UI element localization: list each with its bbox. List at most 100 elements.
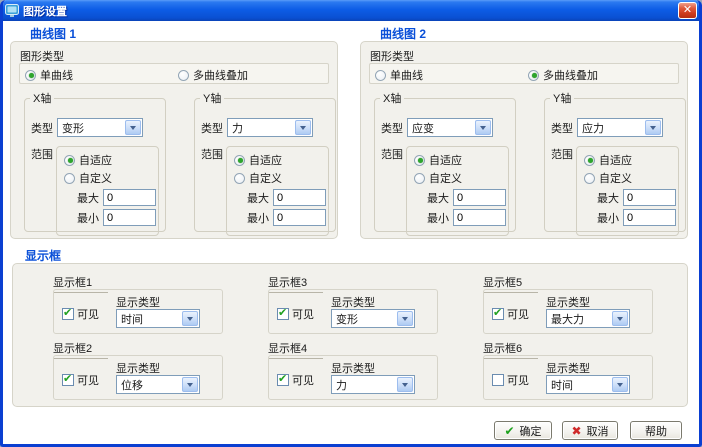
chart2-x-auto-radio[interactable]: 自适应 bbox=[414, 152, 508, 168]
titlebar: 图形设置 ✕ bbox=[0, 0, 702, 21]
display-box-3-visible-checkbox[interactable]: 可见 bbox=[277, 306, 314, 322]
check-icon: ✔ bbox=[504, 424, 514, 438]
radio-icon bbox=[64, 155, 75, 166]
display-box-5-visible-checkbox[interactable]: 可见 bbox=[492, 306, 529, 322]
chart2-x-min-input[interactable] bbox=[453, 209, 506, 226]
display-box-1-visible-checkbox[interactable]: 可见 bbox=[62, 306, 99, 322]
type-label: 类型 bbox=[201, 120, 223, 136]
range-label: 范围 bbox=[381, 146, 403, 236]
display-box-6-visible-checkbox[interactable]: 可见 bbox=[492, 372, 529, 388]
chart1-x-type-select[interactable]: 变形 bbox=[57, 118, 143, 137]
chart2-multi-curve-radio[interactable]: 多曲线叠加 bbox=[528, 67, 598, 83]
chart1-multi-curve-radio[interactable]: 多曲线叠加 bbox=[178, 67, 248, 83]
chevron-down-icon bbox=[397, 311, 413, 326]
checkbox-label: 可见 bbox=[507, 372, 529, 388]
display-box-2-visible-checkbox[interactable]: 可见 bbox=[62, 372, 99, 388]
checkbox-label: 可见 bbox=[292, 306, 314, 322]
chart1-graph-type-group: 单曲线 多曲线叠加 bbox=[19, 63, 329, 84]
min-label: 最小 bbox=[427, 210, 449, 226]
checkbox-label: 可见 bbox=[292, 372, 314, 388]
chart1-x-custom-radio[interactable]: 自定义 bbox=[64, 170, 158, 186]
chart1-x-min-input[interactable] bbox=[103, 209, 156, 226]
chart1-panel: 图形类型 单曲线 多曲线叠加 X轴 类型 变形 bbox=[10, 41, 338, 239]
type-label: 类型 bbox=[551, 120, 573, 136]
radio-label: 自定义 bbox=[429, 170, 462, 186]
range-box: 自适应 自定义 最大 最小 bbox=[406, 146, 509, 236]
chart2-panel: 图形类型 单曲线 多曲线叠加 X轴 类型 应变 bbox=[360, 41, 688, 239]
chart1-y-axis-group: Y轴 类型 力 范围 自适应 bbox=[194, 90, 336, 232]
radio-label: 自适应 bbox=[599, 152, 632, 168]
radio-label: 多曲线叠加 bbox=[193, 67, 248, 83]
range-box: 自适应 自定义 最大 最小 bbox=[56, 146, 159, 236]
dialog-body: 曲线图 1 图形类型 单曲线 多曲线叠加 X轴 类型 bbox=[3, 21, 699, 444]
chart2-y-auto-radio[interactable]: 自适应 bbox=[584, 152, 678, 168]
chart2-x-max-input[interactable] bbox=[453, 189, 506, 206]
range-label: 范围 bbox=[31, 146, 53, 236]
radio-icon bbox=[178, 70, 189, 81]
chart1-x-axis-group: X轴 类型 变形 范围 自适应 bbox=[24, 90, 166, 232]
display-box-6-type-select[interactable]: 时间 bbox=[546, 375, 630, 394]
radio-label: 自定义 bbox=[249, 170, 282, 186]
chart2-y-max-input[interactable] bbox=[623, 189, 676, 206]
radio-icon bbox=[414, 155, 425, 166]
chart2-single-curve-radio[interactable]: 单曲线 bbox=[375, 67, 423, 83]
chart2-y-min-input[interactable] bbox=[623, 209, 676, 226]
radio-label: 自适应 bbox=[79, 152, 112, 168]
checkbox-icon bbox=[277, 374, 289, 386]
chart2-x-type-select[interactable]: 应变 bbox=[407, 118, 493, 137]
radio-icon bbox=[414, 173, 425, 184]
chevron-down-icon bbox=[612, 377, 628, 392]
display-box-6: 可见 显示类型 时间 bbox=[483, 355, 653, 400]
chart1-y-min-input[interactable] bbox=[273, 209, 326, 226]
cancel-button[interactable]: ✖ 取消 bbox=[562, 421, 618, 440]
display-box-1: 可见 显示类型 时间 bbox=[53, 289, 223, 334]
chart2-y-custom-radio[interactable]: 自定义 bbox=[584, 170, 678, 186]
chevron-down-icon bbox=[125, 120, 141, 135]
help-button[interactable]: 帮助 bbox=[630, 421, 682, 440]
axis-legend: Y轴 bbox=[200, 90, 224, 106]
chart1-single-curve-radio[interactable]: 单曲线 bbox=[25, 67, 73, 83]
radio-label: 自适应 bbox=[249, 152, 282, 168]
chart1-x-max-input[interactable] bbox=[103, 189, 156, 206]
ok-button[interactable]: ✔ 确定 bbox=[494, 421, 552, 440]
chart2-graph-type-group: 单曲线 多曲线叠加 bbox=[369, 63, 679, 84]
chart2-x-custom-radio[interactable]: 自定义 bbox=[414, 170, 508, 186]
display-box-2: 可见 显示类型 位移 bbox=[53, 355, 223, 400]
display-box-3-type-select[interactable]: 变形 bbox=[331, 309, 415, 328]
radio-icon bbox=[64, 173, 75, 184]
chart1-x-auto-radio[interactable]: 自适应 bbox=[64, 152, 158, 168]
checkbox-icon bbox=[492, 374, 504, 386]
display-box-4-visible-checkbox[interactable]: 可见 bbox=[277, 372, 314, 388]
ok-button-label: 确定 bbox=[520, 423, 542, 439]
x-icon: ✖ bbox=[571, 424, 581, 438]
chart1-y-custom-radio[interactable]: 自定义 bbox=[234, 170, 328, 186]
checkbox-label: 可见 bbox=[77, 372, 99, 388]
checkbox-label: 可见 bbox=[77, 306, 99, 322]
display-box-4-type-select[interactable]: 力 bbox=[331, 375, 415, 394]
radio-label: 单曲线 bbox=[40, 67, 73, 83]
min-label: 最小 bbox=[597, 210, 619, 226]
chevron-down-icon bbox=[295, 120, 311, 135]
radio-icon bbox=[584, 173, 595, 184]
close-icon[interactable]: ✕ bbox=[678, 2, 697, 19]
type-label: 类型 bbox=[31, 120, 53, 136]
chart1-y-auto-radio[interactable]: 自适应 bbox=[234, 152, 328, 168]
radio-icon bbox=[528, 70, 539, 81]
max-label: 最大 bbox=[77, 190, 99, 206]
checkbox-icon bbox=[62, 374, 74, 386]
chart2-y-type-select[interactable]: 应力 bbox=[577, 118, 663, 137]
radio-label: 自定义 bbox=[79, 170, 112, 186]
radio-label: 单曲线 bbox=[390, 67, 423, 83]
range-box: 自适应 自定义 最大 最小 bbox=[226, 146, 329, 236]
app-icon bbox=[5, 4, 19, 17]
display-panel: 显示框1 可见 显示类型 时间 显示框2 可见 显示类型 bbox=[12, 263, 688, 407]
display-box-5-type-select[interactable]: 最大力 bbox=[546, 309, 630, 328]
chevron-down-icon bbox=[182, 377, 198, 392]
chart1-y-max-input[interactable] bbox=[273, 189, 326, 206]
display-box-1-type-select[interactable]: 时间 bbox=[116, 309, 200, 328]
chart1-y-type-select[interactable]: 力 bbox=[227, 118, 313, 137]
display-box-2-type-select[interactable]: 位移 bbox=[116, 375, 200, 394]
graph-type-label: 图形类型 bbox=[20, 48, 64, 64]
radio-icon bbox=[234, 173, 245, 184]
chevron-down-icon bbox=[645, 120, 661, 135]
